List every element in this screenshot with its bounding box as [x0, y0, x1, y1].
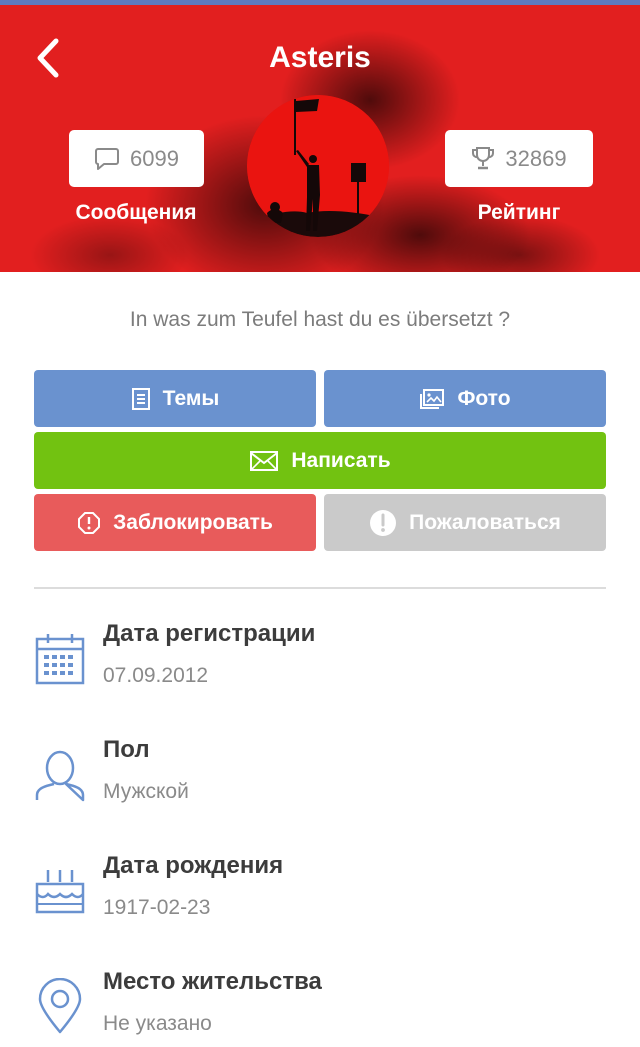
write-button-label: Написать: [291, 448, 391, 472]
photos-button-label: Фото: [457, 386, 511, 410]
topics-button-label: Темы: [162, 386, 220, 410]
photo-icon: [420, 388, 445, 409]
trophy-icon: [472, 146, 495, 169]
messages-label: Сообщения: [75, 201, 197, 224]
location-pin-icon: [38, 978, 82, 1034]
rating-label: Рейтинг: [477, 201, 561, 224]
warning-octagon-icon: [78, 511, 101, 534]
profile-header: Asteris 6099 Сообщения 32869 Рейтинг: [0, 5, 640, 272]
block-button-label: Заблокировать: [113, 510, 273, 534]
photos-button[interactable]: Фото: [324, 370, 606, 427]
rating-counter[interactable]: 32869: [445, 130, 593, 187]
speech-bubble-icon: [95, 147, 120, 170]
section-divider: [34, 587, 606, 589]
calendar-icon: [35, 634, 85, 685]
exclamation-circle-icon: [370, 509, 397, 536]
registration-date-value: 07.09.2012: [103, 664, 209, 687]
birthday-cake-icon: [35, 870, 85, 914]
avatar-image: [247, 95, 389, 237]
birth-date-value: 1917-02-23: [103, 896, 211, 919]
messages-counter[interactable]: 6099: [69, 130, 204, 187]
avatar[interactable]: [247, 95, 389, 237]
registration-date-label: Дата регистрации: [103, 620, 316, 647]
write-message-button[interactable]: Написать: [34, 432, 606, 489]
report-user-button[interactable]: Пожаловаться: [324, 494, 606, 551]
residence-label: Место жительства: [103, 968, 322, 995]
envelope-icon: [250, 450, 279, 471]
user-icon: [35, 750, 85, 802]
document-icon: [131, 387, 150, 410]
status-message: In was zum Teufel hast du es übersetzt ?: [129, 308, 511, 331]
page-title: Asteris: [269, 41, 371, 74]
gender-value: Мужской: [103, 780, 189, 803]
residence-value: Не указано: [103, 1012, 212, 1035]
rating-count: 32869: [505, 145, 567, 171]
topics-button[interactable]: Темы: [34, 370, 316, 427]
report-button-label: Пожаловаться: [409, 510, 561, 534]
messages-count: 6099: [130, 145, 179, 171]
gender-label: Пол: [103, 736, 150, 763]
block-user-button[interactable]: Заблокировать: [34, 494, 316, 551]
birth-date-label: Дата рождения: [103, 852, 284, 879]
